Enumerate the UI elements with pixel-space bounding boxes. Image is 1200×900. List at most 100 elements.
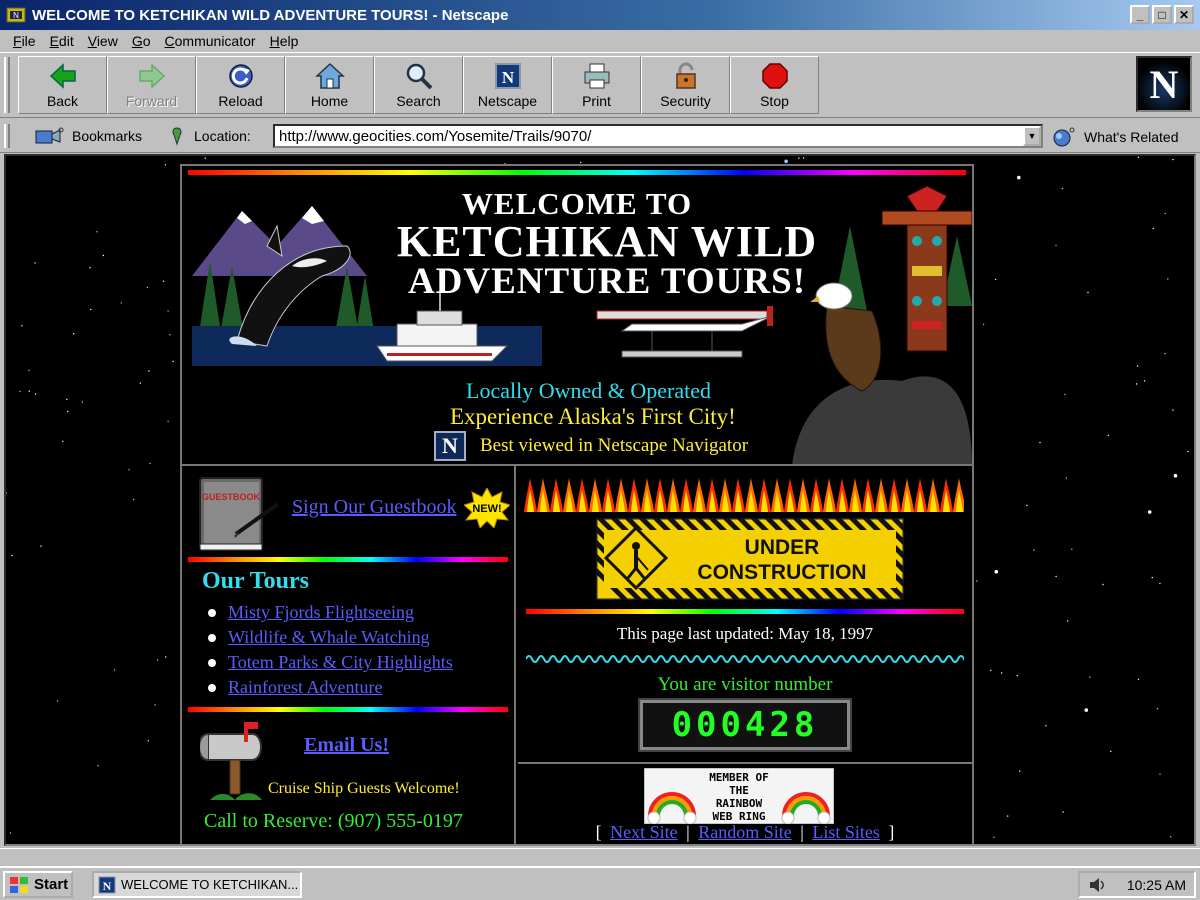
star <box>784 159 788 164</box>
star <box>172 360 174 363</box>
location-grip[interactable] <box>4 124 10 148</box>
bullet <box>208 633 216 642</box>
menu-go[interactable]: Go <box>125 33 158 49</box>
search-button[interactable]: Search <box>374 56 463 114</box>
location-label: Location: <box>194 128 251 144</box>
star <box>1151 576 1154 579</box>
toolbar-grip[interactable] <box>4 57 10 113</box>
tour-link-misty-fjords[interactable]: Misty Fjords Flightseeing <box>228 602 414 623</box>
flames-divider <box>524 478 964 512</box>
star <box>798 157 800 159</box>
webring-next-site-link[interactable]: Next Site <box>610 822 678 842</box>
star <box>157 659 159 661</box>
star <box>34 393 37 395</box>
star <box>1016 675 1018 677</box>
menu-view[interactable]: View <box>81 33 125 49</box>
menu-help[interactable]: Help <box>263 33 306 49</box>
star <box>62 440 64 442</box>
star <box>164 164 167 166</box>
taskbar-netscape-task[interactable]: N WELCOME TO KETCHIKAN... <box>92 871 302 898</box>
right-column: UNDER CONSTRUCTION This page last update… <box>518 466 972 844</box>
url-dropdown-button[interactable]: ▼ <box>1023 126 1041 146</box>
star <box>1143 380 1146 382</box>
star <box>580 161 582 164</box>
star <box>1136 365 1139 367</box>
bookmarks-button[interactable]: Bookmarks <box>34 126 142 146</box>
speaker-icon[interactable] <box>1088 877 1106 893</box>
security-button[interactable]: Security <box>641 56 730 114</box>
sign-guestbook-link[interactable]: Sign Our Guestbook <box>292 496 456 519</box>
star <box>1065 477 1068 479</box>
svg-text:N: N <box>13 11 19 20</box>
star <box>1007 815 1009 817</box>
bookmarks-icon <box>35 127 64 144</box>
netscape-icon: N <box>493 61 523 91</box>
netscape-button[interactable]: N Netscape <box>463 56 552 114</box>
star <box>147 740 149 742</box>
webring-list-sites-link[interactable]: List Sites <box>812 822 880 842</box>
list-item: Totem Parks & City Highlights <box>208 650 453 675</box>
star <box>1019 770 1021 772</box>
close-button[interactable]: ✕ <box>1174 5 1194 24</box>
location-label-group: Location: <box>170 126 251 146</box>
star <box>1172 409 1174 411</box>
home-button[interactable]: Home <box>285 56 374 114</box>
netscape-label: Netscape <box>477 93 538 109</box>
star <box>1017 175 1021 180</box>
email-us-link[interactable]: Email Us! <box>304 734 389 757</box>
under-construction-sign: UNDER CONSTRUCTION <box>596 518 904 600</box>
netscape-app-icon[interactable]: N <box>6 5 26 25</box>
rainbow-webring-badge[interactable]: MEMBER OF THE RAINBOW WEB RING <box>644 768 834 824</box>
forward-label: Forward <box>125 93 178 109</box>
list-item: Misty Fjords Flightseeing <box>208 600 453 625</box>
webring-line-2: THE <box>729 784 749 797</box>
star <box>1147 510 1152 514</box>
stop-button[interactable]: Stop <box>730 56 819 114</box>
status-bar <box>0 848 1200 864</box>
forward-button[interactable]: Forward <box>107 56 196 114</box>
back-button[interactable]: Back <box>18 56 107 114</box>
star <box>9 832 12 834</box>
bullet <box>208 608 216 617</box>
guestbook-cover-label: GUESTBOOK <box>202 492 261 502</box>
star <box>139 382 141 384</box>
visitor-label: You are visitor number <box>657 674 833 695</box>
webring-random-site-link[interactable]: Random Site <box>698 822 792 842</box>
tour-link-rainforest[interactable]: Rainforest Adventure <box>228 677 382 698</box>
menu-communicator[interactable]: Communicator <box>158 33 263 49</box>
back-arrow-icon <box>48 61 78 91</box>
tour-link-totem-parks[interactable]: Totem Parks & City Highlights <box>228 652 453 673</box>
start-button[interactable]: Start <box>3 871 73 898</box>
whats-related-icon <box>1053 127 1075 147</box>
guestbook-book-icon[interactable]: GUESTBOOK <box>196 472 282 554</box>
star <box>1135 383 1138 385</box>
location-pin-icon[interactable] <box>170 126 184 146</box>
stop-icon <box>760 61 790 91</box>
netscape-badge-icon[interactable]: N <box>434 431 466 461</box>
rock-outcrop <box>792 376 972 464</box>
maximize-button[interactable]: □ <box>1152 5 1172 24</box>
webring-line-3: RAINBOW <box>716 797 763 810</box>
star <box>102 254 105 257</box>
reload-button[interactable]: Reload <box>196 56 285 114</box>
best-viewed-notice: N Best viewed in Netscape Navigator <box>434 431 748 461</box>
minimize-button[interactable]: _ <box>1130 5 1150 24</box>
menu-edit[interactable]: Edit <box>43 33 81 49</box>
url-input[interactable]: http://www.geocities.com/Yosemite/Trails… <box>273 124 1043 148</box>
star <box>165 656 167 658</box>
star <box>1062 811 1064 813</box>
star <box>994 278 997 281</box>
tour-link-wildlife[interactable]: Wildlife & Whale Watching <box>228 627 430 648</box>
star <box>1170 836 1172 838</box>
star <box>802 157 805 159</box>
star <box>11 554 13 557</box>
bookmarks-label: Bookmarks <box>72 128 143 144</box>
whats-related-button[interactable]: What's Related <box>1052 126 1179 148</box>
print-button[interactable]: Print <box>552 56 641 114</box>
menu-file[interactable]: File <box>6 33 43 49</box>
browser-viewport[interactable]: WELCOME TO KETCHIKAN WILD ADVENTURE TOUR… <box>4 154 1196 846</box>
star <box>167 310 169 312</box>
star <box>73 333 75 335</box>
netscape-throbber-logo[interactable]: N <box>1136 56 1192 112</box>
forward-arrow-icon <box>137 61 167 91</box>
